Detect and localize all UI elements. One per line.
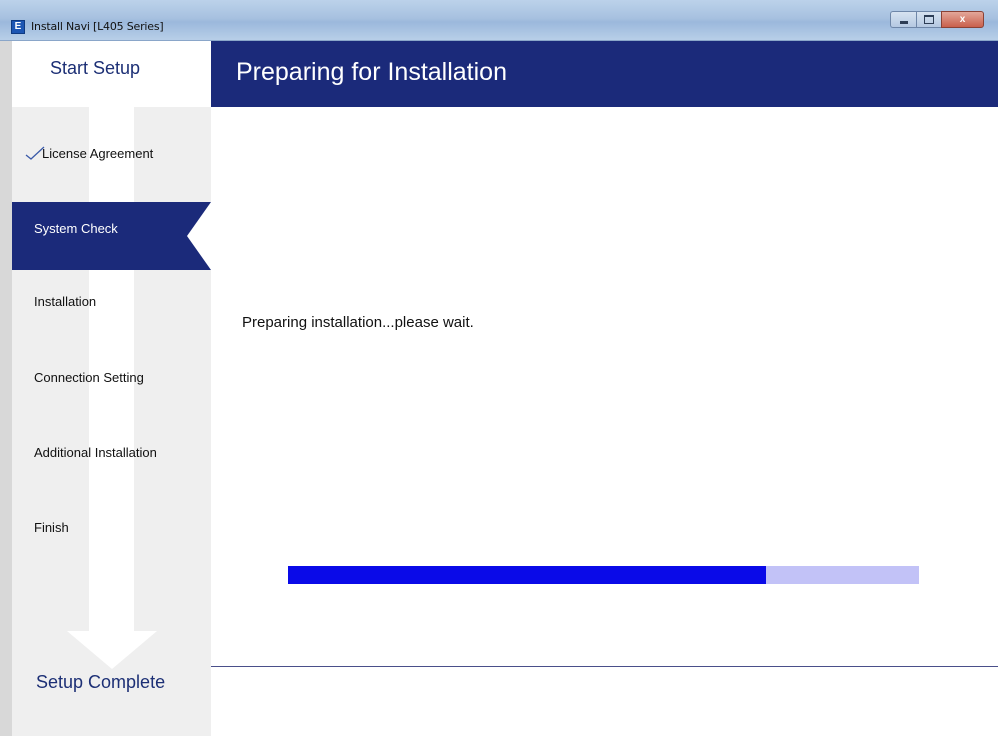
step-additional-installation: Additional Installation [34,445,157,460]
window-title: Install Navi [L405 Series] [31,20,164,33]
close-button[interactable]: x [941,11,984,28]
window-titlebar[interactable]: E Install Navi [L405 Series] x [0,0,998,41]
progress-arrow-head-icon [67,631,157,669]
main-header: Preparing for Installation [211,41,998,107]
minimize-button[interactable] [890,11,916,28]
footer-divider [211,666,998,667]
status-message: Preparing installation...please wait. [242,314,474,331]
setup-complete-label: Setup Complete [36,672,166,692]
progress-bar-fill [288,566,767,584]
active-step-pointer-icon [187,202,211,270]
app-icon: E [11,20,25,34]
maximize-icon [924,15,934,24]
start-setup-label: Start Setup [50,58,141,78]
setup-steps-sidebar: Start Setup License Agreement System Che… [0,41,211,736]
installation-progress-bar [288,566,919,584]
window-controls: x [890,11,984,29]
sidebar-header: Start Setup [12,41,211,107]
step-installation: Installation [34,294,97,309]
close-icon: x [959,14,966,25]
step-system-check: System Check [34,221,118,236]
page-title: Preparing for Installation [236,58,507,86]
step-finish: Finish [34,520,69,535]
step-connection-setting: Connection Setting [34,370,144,385]
active-step-highlight [12,202,211,270]
maximize-button[interactable] [916,11,941,28]
step-license-agreement: License Agreement [42,146,154,161]
minimize-icon [899,21,908,24]
